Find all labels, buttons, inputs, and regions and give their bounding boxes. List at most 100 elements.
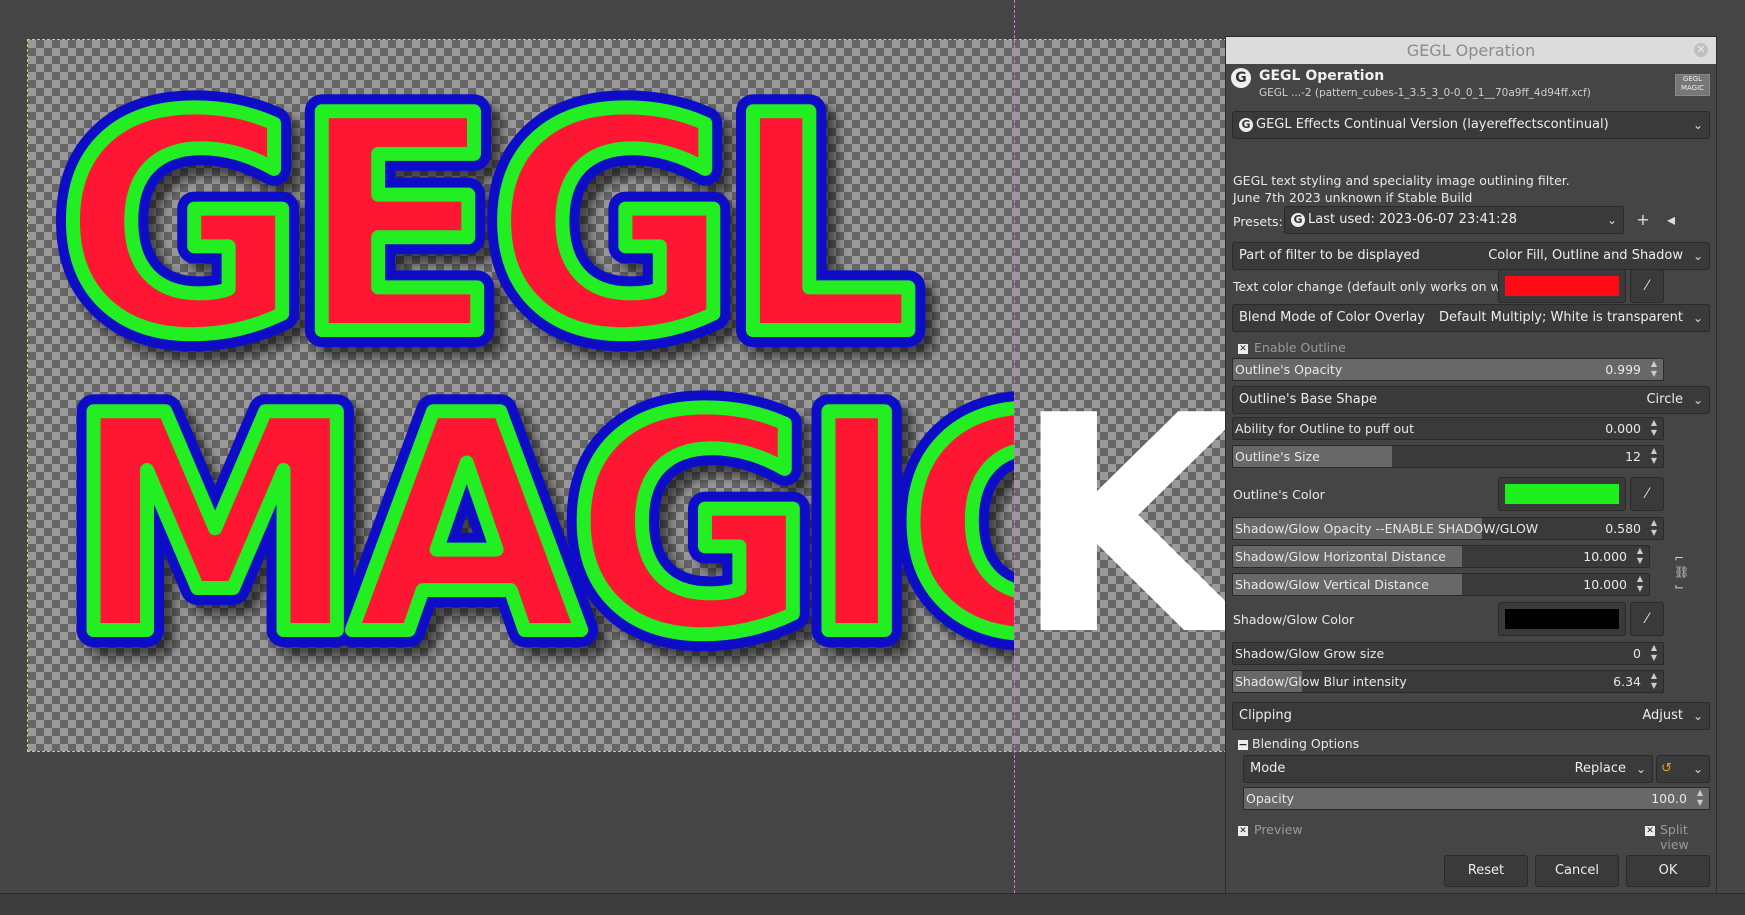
- shadow-color-button[interactable]: [1498, 602, 1626, 636]
- operation-description: GEGL text styling and speciality image o…: [1233, 172, 1570, 206]
- text-color-picker-icon[interactable]: ⁄: [1630, 269, 1664, 303]
- image-canvas[interactable]: GEGL GEGL MAGIC MAGIC K: [27, 39, 1227, 752]
- spinner-arrows-icon[interactable]: ▲ ▼: [1634, 546, 1646, 567]
- enable-outline-label: Enable Outline: [1254, 340, 1346, 355]
- outline-opacity-value: 0.999: [1605, 362, 1641, 377]
- clipping-label: Clipping: [1239, 708, 1292, 723]
- split-view-guide[interactable]: [1014, 0, 1015, 893]
- spinner-arrows-icon[interactable]: ▲ ▼: [1648, 446, 1660, 467]
- shadow-opacity-label: Shadow/Glow Opacity --ENABLE SHADOW/GLOW: [1235, 521, 1539, 536]
- shadow-h-label: Shadow/Glow Horizontal Distance: [1235, 549, 1446, 564]
- puff-out-spinner[interactable]: Ability for Outline to puff out 0.000 ▲ ▼: [1232, 417, 1664, 440]
- add-preset-icon[interactable]: +: [1632, 209, 1654, 231]
- blur-intensity-spinner[interactable]: Shadow/Glow Blur intensity 6.34 ▲ ▼: [1232, 670, 1664, 693]
- chevron-down-icon: ⌄: [1692, 393, 1703, 407]
- part-of-filter-select[interactable]: Part of filter to be displayed Color Fil…: [1232, 242, 1710, 270]
- chain-link-icon[interactable]: ⌐ ⛓ ⌙: [1674, 551, 1690, 595]
- outline-color-swatch: [1505, 484, 1619, 504]
- outline-color-picker-icon[interactable]: ⁄: [1630, 477, 1664, 511]
- canvas-text-line2-outline: MAGIC: [66, 352, 1105, 701]
- canvas-artwork: GEGL GEGL MAGIC MAGIC K: [41, 40, 1226, 718]
- blending-options-collapse-icon[interactable]: −: [1238, 739, 1248, 750]
- chevron-down-icon: ⌄: [1692, 249, 1703, 263]
- cancel-button[interactable]: Cancel: [1535, 855, 1619, 887]
- split-view-label: Split view: [1660, 822, 1689, 852]
- close-icon[interactable]: ✕: [1694, 43, 1708, 57]
- outline-size-spinner[interactable]: Outline's Size 12 ▲ ▼: [1232, 445, 1664, 468]
- shadow-opacity-spinner[interactable]: Shadow/Glow Opacity --ENABLE SHADOW/GLOW…: [1232, 517, 1664, 540]
- blend-opacity-value: 100.0: [1651, 791, 1687, 806]
- shadow-opacity-value: 0.580: [1605, 521, 1641, 536]
- header-name: GEGL Operation: [1259, 68, 1385, 84]
- chevron-down-icon: ⌄: [1606, 213, 1617, 227]
- ok-button[interactable]: OK: [1626, 855, 1710, 887]
- shadow-color-label: Shadow/Glow Color: [1233, 612, 1355, 627]
- chevron-down-icon: ⌄: [1692, 118, 1703, 132]
- spinner-arrows-icon[interactable]: ▲ ▼: [1694, 788, 1706, 809]
- presets-select[interactable]: G Last used: 2023-06-07 23:41:28 ⌄: [1284, 206, 1624, 234]
- spinner-arrows-icon[interactable]: ▲ ▼: [1634, 574, 1646, 595]
- grow-size-value: 0: [1633, 646, 1641, 661]
- presets-label: Presets:: [1233, 214, 1283, 229]
- blur-intensity-label: Shadow/Glow Blur intensity: [1235, 674, 1407, 689]
- canvas-text-line1-outline: GEGL: [58, 52, 913, 401]
- blending-options-label: Blending Options: [1252, 736, 1360, 751]
- image-canvas-area[interactable]: GEGL GEGL MAGIC MAGIC K: [0, 0, 1227, 893]
- shadow-v-label: Shadow/Glow Vertical Distance: [1235, 577, 1429, 592]
- reset-arrow-icon: ↺: [1661, 761, 1672, 776]
- composite-mode-select[interactable]: ↺ ⌄: [1656, 755, 1710, 783]
- shadow-h-spinner[interactable]: Shadow/Glow Horizontal Distance 10.000 ▲…: [1232, 545, 1650, 568]
- outline-color-label: Outline's Color: [1233, 487, 1325, 502]
- clipping-select[interactable]: Clipping Adjust ⌄: [1232, 702, 1710, 730]
- mode-select[interactable]: Mode Replace ⌄: [1243, 755, 1653, 783]
- enable-outline-checkbox[interactable]: ✕: [1238, 344, 1248, 354]
- gegl-small-icon: G: [1239, 117, 1253, 132]
- base-shape-select[interactable]: Outline's Base Shape Circle ⌄: [1232, 386, 1710, 414]
- outline-size-label: Outline's Size: [1235, 449, 1320, 464]
- shadow-color-picker-icon[interactable]: ⁄: [1630, 602, 1664, 636]
- blend-opacity-spinner[interactable]: Opacity 100.0 ▲ ▼: [1243, 787, 1710, 810]
- gegl-operation-dialog: GEGL Operation ✕ G GEGL Operation GEGL .…: [1225, 36, 1717, 894]
- mode-value: Replace: [1574, 761, 1626, 776]
- chevron-down-icon: ⌄: [1692, 311, 1703, 325]
- shadow-h-value: 10.000: [1583, 549, 1627, 564]
- spinner-arrows-icon[interactable]: ▲ ▼: [1648, 671, 1660, 692]
- split-view-checkbox[interactable]: ✕: [1645, 826, 1655, 836]
- outline-color-button[interactable]: [1498, 477, 1626, 511]
- clipping-value: Adjust: [1642, 708, 1683, 723]
- spinner-arrows-icon[interactable]: ▲ ▼: [1648, 643, 1660, 664]
- base-shape-label: Outline's Base Shape: [1239, 392, 1378, 407]
- text-color-button[interactable]: [1498, 269, 1626, 303]
- canvas-split-char: K: [1013, 352, 1226, 701]
- chevron-down-icon: ⌄: [1692, 762, 1703, 776]
- reset-button[interactable]: Reset: [1444, 855, 1528, 887]
- text-color-swatch: [1505, 276, 1619, 296]
- preset-menu-icon[interactable]: ◂: [1660, 209, 1682, 231]
- presets-value: Last used: 2023-06-07 23:41:28: [1308, 212, 1518, 227]
- outline-opacity-spinner[interactable]: Outline's Opacity 0.999 ▲ ▼: [1232, 358, 1664, 381]
- description-line1: GEGL text styling and speciality image o…: [1233, 173, 1570, 188]
- operation-select-value: GEGL Effects Continual Version (layereff…: [1256, 117, 1609, 132]
- part-of-filter-label: Part of filter to be displayed: [1239, 248, 1420, 263]
- preview-label: Preview: [1254, 822, 1303, 837]
- dialog-title: GEGL Operation: [1406, 41, 1536, 60]
- blend-mode-select[interactable]: Blend Mode of Color Overlay Default Mult…: [1232, 304, 1710, 332]
- shadow-v-spinner[interactable]: Shadow/Glow Vertical Distance 10.000 ▲ ▼: [1232, 573, 1650, 596]
- spinner-arrows-icon[interactable]: ▲ ▼: [1648, 418, 1660, 439]
- outline-opacity-label: Outline's Opacity: [1235, 362, 1343, 377]
- blur-intensity-value: 6.34: [1613, 674, 1641, 689]
- chevron-down-icon: ⌄: [1692, 709, 1703, 723]
- spinner-arrows-icon[interactable]: ▲ ▼: [1648, 518, 1660, 539]
- spinner-arrows-icon[interactable]: ▲ ▼: [1648, 359, 1660, 380]
- layer-thumbnail: GEGL MAGIC: [1675, 74, 1710, 96]
- shadow-v-value: 10.000: [1583, 577, 1627, 592]
- grow-size-spinner[interactable]: Shadow/Glow Grow size 0 ▲ ▼: [1232, 642, 1664, 665]
- operation-select[interactable]: G GEGL Effects Continual Version (layeref…: [1232, 111, 1710, 139]
- gegl-logo-icon: G: [1231, 68, 1251, 88]
- gegl-small-icon: G: [1291, 212, 1305, 227]
- outline-size-value: 12: [1625, 449, 1641, 464]
- blend-mode-label: Blend Mode of Color Overlay: [1239, 310, 1425, 325]
- preview-checkbox[interactable]: ✕: [1238, 826, 1248, 836]
- dialog-titlebar[interactable]: GEGL Operation ✕: [1226, 37, 1716, 64]
- part-of-filter-value: Color Fill, Outline and Shadow: [1488, 248, 1683, 263]
